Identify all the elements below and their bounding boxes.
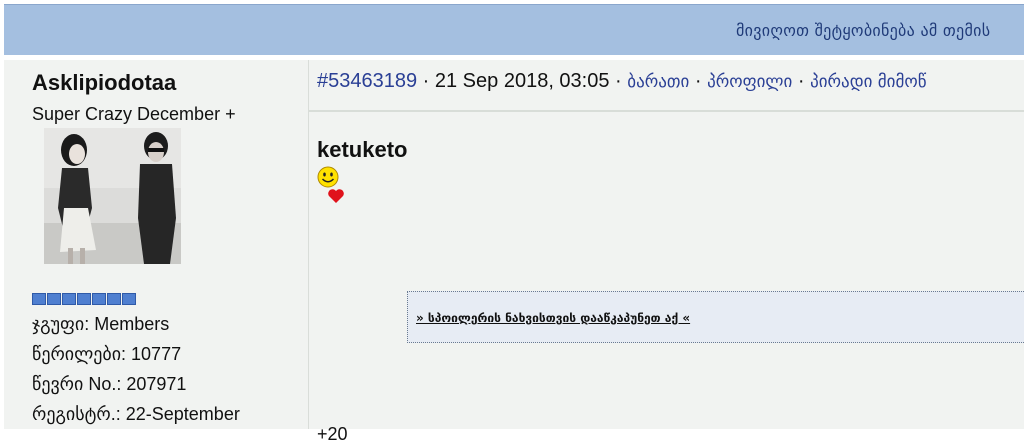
rank-pip — [92, 293, 106, 305]
post-permalink[interactable]: #53463189 — [317, 70, 417, 92]
profile-link[interactable]: პროფილი — [707, 72, 792, 92]
author-post-count: წერილები: 10777 — [32, 344, 182, 364]
author-username[interactable]: Asklipiodotaa — [32, 70, 176, 96]
card-link[interactable]: ბარათი — [627, 72, 689, 92]
thread-header-bar: მივიღოთ შეტყობინება ამ თემის — [4, 4, 1024, 55]
post-date: · 21 Sep 2018, 03:05 · — [417, 70, 628, 92]
author-group: ჯგუფი: Members — [32, 314, 170, 334]
heart-icon — [328, 189, 344, 203]
meta-separator: · — [689, 70, 708, 92]
rank-pip — [62, 293, 76, 305]
rank-pip — [107, 293, 121, 305]
author-member-number: წევრი No.: 207971 — [32, 374, 187, 394]
rank-pip — [32, 293, 46, 305]
rank-pips — [32, 293, 136, 305]
private-message-link[interactable]: პირადი მიმოწ — [810, 72, 926, 92]
author-sidebar: Asklipiodotaa Super Crazy December + ჯგუ… — [4, 60, 309, 429]
spoiler-toggle-link[interactable]: » სპოილერის ნახვისთვის დააწკაპუნეთ აქ « — [416, 311, 690, 325]
meta-divider — [309, 110, 1024, 112]
spoiler-box[interactable]: » სპოილერის ნახვისთვის დააწკაპუნეთ აქ « — [407, 291, 1024, 343]
avatar — [44, 128, 181, 264]
post-body-panel: #53463189 · 21 Sep 2018, 03:05 · ბარათი … — [309, 60, 1024, 444]
author-registered: რეგისტრ.: 22-September — [32, 404, 240, 424]
meta-separator: · — [792, 70, 811, 92]
post-title: ketuketo — [317, 137, 408, 162]
post-meta-row: #53463189 · 21 Sep 2018, 03:05 · ბარათი … — [317, 70, 927, 93]
rank-pip — [77, 293, 91, 305]
rank-pip — [47, 293, 61, 305]
author-title: Super Crazy December + — [32, 104, 236, 124]
smiley-face-icon — [317, 166, 339, 188]
subscribe-topic-link[interactable]: მივიღოთ შეტყობინება ამ თემის — [736, 21, 990, 40]
rank-pip — [122, 293, 136, 305]
post-continued-text: +20 — [317, 424, 348, 444]
avatar-photo — [44, 128, 181, 264]
